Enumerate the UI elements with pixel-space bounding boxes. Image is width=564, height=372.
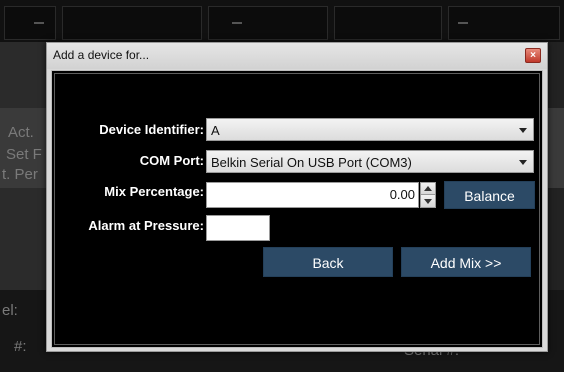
background-tile [4,6,56,40]
background-dash [34,22,44,24]
com-port-label: COM Port: [139,153,204,168]
chevron-down-icon [519,160,527,165]
close-icon: × [530,50,536,61]
background-label: Set F [6,146,42,163]
close-button[interactable]: × [525,48,541,63]
background-label: t. Per [2,166,38,183]
dialog-title: Add a device for... [53,48,150,62]
background-dash [232,22,242,24]
background-label: #: [14,338,27,355]
mix-percentage-label: Mix Percentage: [104,184,204,199]
background-tile [208,6,328,40]
dialog-client-area: Device Identifier: A COM Port: Belkin Se… [54,73,540,345]
com-port-value: Belkin Serial On USB Port (COM3) [211,155,412,170]
background-label: el: [2,302,18,319]
dialog-client-frame: Device Identifier: A COM Port: Belkin Se… [51,70,543,348]
device-identifier-label: Device Identifier: [99,122,204,137]
com-port-select[interactable]: Belkin Serial On USB Port (COM3) [206,150,534,173]
add-device-dialog: Add a device for... × Device Identifier:… [46,42,548,352]
alarm-pressure-input[interactable] [206,215,270,241]
spin-down-button[interactable] [421,195,435,207]
device-identifier-value: A [211,123,220,138]
com-port-label-wrap: COM Port: [55,153,204,171]
chevron-down-icon [519,128,527,133]
background-tile [334,6,442,40]
spin-up-icon [424,186,432,191]
background-dash [458,22,468,24]
dialog-titlebar[interactable]: Add a device for... × [47,43,547,69]
balance-button[interactable]: Balance [444,181,535,209]
mix-percentage-spinner [420,182,436,208]
alarm-pressure-label: Alarm at Pressure: [88,218,204,233]
add-mix-button[interactable]: Add Mix >> [401,247,531,277]
spin-up-button[interactable] [421,183,435,195]
alarm-pressure-label-wrap: Alarm at Pressure: [55,218,204,236]
device-identifier-select[interactable]: A [206,118,534,141]
device-identifier-label-wrap: Device Identifier: [55,122,204,140]
back-button[interactable]: Back [263,247,393,277]
mix-percentage-input[interactable]: 0.00 [206,182,419,208]
spin-down-icon [424,199,432,204]
background-tile [62,6,202,40]
background-label: Act. [8,124,34,141]
mix-percentage-label-wrap: Mix Percentage: [55,184,204,202]
background-toolbar [0,0,564,42]
